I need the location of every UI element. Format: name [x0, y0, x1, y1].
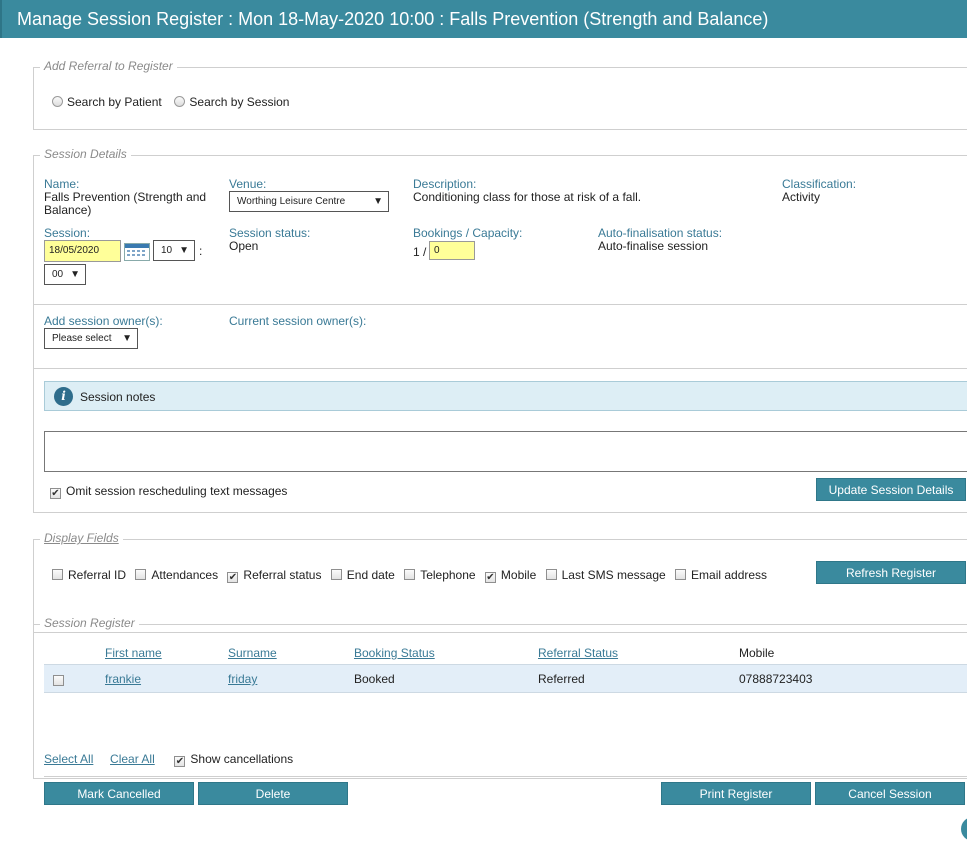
field-last-sms-label[interactable]: Last SMS message: [562, 568, 666, 582]
current-owner-label: Current session owner(s):: [229, 314, 367, 328]
bookings-value: 1 /: [413, 245, 427, 259]
search-by-patient-label[interactable]: Search by Patient: [67, 95, 162, 109]
search-by-patient-radio[interactable]: [52, 96, 63, 107]
info-icon: i: [54, 387, 73, 406]
session-details-fieldset: Session Details Name: Falls Prevention (…: [33, 147, 967, 513]
display-fields-list: Referral ID Attendances ✔ Referral status…: [52, 568, 773, 583]
chevron-down-icon: ▼: [179, 245, 189, 256]
select-all-link[interactable]: Select All: [44, 752, 93, 766]
classification-value: Activity: [782, 190, 821, 204]
session-notes-title: Session notes: [80, 390, 156, 404]
field-mobile-checkbox[interactable]: ✔: [484, 572, 496, 583]
divider: [44, 776, 967, 777]
session-label: Session:: [44, 226, 91, 240]
field-attendances-label[interactable]: Attendances: [151, 568, 218, 582]
row-referral-status: Referred: [538, 672, 585, 686]
session-hour-value: 10: [161, 245, 173, 256]
chat-bubble-icon[interactable]: [961, 817, 967, 841]
session-hour-select[interactable]: 10 ▼: [153, 240, 195, 261]
field-last-sms-checkbox[interactable]: [545, 569, 557, 580]
field-attendances-checkbox[interactable]: [135, 569, 147, 580]
field-telephone-label[interactable]: Telephone: [420, 568, 475, 582]
divider: [34, 368, 967, 369]
session-date-input[interactable]: 18/05/2020: [44, 240, 121, 262]
field-referral-status-checkbox[interactable]: ✔: [227, 572, 239, 583]
refresh-register-button[interactable]: Refresh Register: [816, 561, 966, 584]
autofinal-label: Auto-finalisation status:: [598, 226, 723, 240]
column-first-name[interactable]: First name: [105, 646, 162, 660]
session-minute-select[interactable]: 00 ▼: [44, 264, 86, 285]
show-cancellations-checkbox[interactable]: ✔: [174, 756, 186, 767]
main-content: Add Referral to Register Search by Patie…: [0, 38, 967, 841]
session-register-fieldset: Session Register First name Surname Book…: [33, 616, 967, 779]
field-referral-status-label[interactable]: Referral status: [243, 568, 321, 582]
chevron-down-icon: ▼: [70, 269, 80, 280]
field-end-date-checkbox[interactable]: [330, 569, 342, 580]
clear-all-link[interactable]: Clear All: [110, 752, 155, 766]
session-status-label: Session status:: [229, 226, 311, 240]
display-fields-fieldset: Display Fields Referral ID Attendances ✔…: [33, 531, 967, 633]
search-by-session-radio[interactable]: [174, 96, 186, 107]
search-by-session-label[interactable]: Search by Session: [189, 95, 289, 109]
column-booking-status[interactable]: Booking Status: [354, 646, 435, 660]
description-label: Description:: [413, 177, 477, 191]
omit-sms-checkbox[interactable]: ✔: [50, 488, 61, 499]
session-details-legend: Session Details: [40, 147, 131, 161]
description-value: Conditioning class for those at risk of …: [413, 190, 642, 204]
session-minute-value: 00: [52, 269, 64, 280]
add-referral-fieldset: Add Referral to Register Search by Patie…: [33, 59, 967, 130]
classification-label: Classification:: [782, 177, 857, 191]
venue-label: Venue:: [229, 177, 267, 191]
capacity-input[interactable]: 0: [429, 241, 475, 260]
update-session-details-button[interactable]: Update Session Details: [816, 478, 966, 501]
calendar-icon[interactable]: [124, 243, 150, 261]
row-mobile: 07888723403: [739, 672, 813, 686]
session-notes-textarea[interactable]: [44, 431, 967, 472]
bookings-label: Bookings / Capacity:: [413, 226, 523, 240]
session-notes-panel: i Session notes: [44, 381, 967, 411]
add-owner-select[interactable]: Please select ▼: [44, 328, 138, 349]
venue-select[interactable]: Worthing Leisure Centre ▼: [229, 191, 389, 212]
chevron-down-icon: ▼: [122, 333, 132, 344]
cancel-session-button[interactable]: Cancel Session: [815, 782, 965, 805]
add-referral-legend: Add Referral to Register: [40, 59, 177, 73]
add-owner-value: Please select: [52, 333, 112, 344]
row-first-name[interactable]: frankie: [105, 672, 141, 686]
column-referral-status[interactable]: Referral Status: [538, 646, 618, 660]
autofinal-value: Auto-finalise session: [598, 239, 709, 253]
column-mobile: Mobile: [739, 646, 775, 660]
name-label: Name:: [44, 177, 80, 191]
page-title: Manage Session Register : Mon 18-May-202…: [0, 0, 967, 38]
show-cancellations-label[interactable]: Show cancellations: [190, 752, 293, 766]
chevron-down-icon: ▼: [373, 196, 383, 207]
divider: [34, 304, 967, 305]
delete-button[interactable]: Delete: [198, 782, 348, 805]
field-referral-id-label[interactable]: Referral ID: [68, 568, 126, 582]
field-end-date-label[interactable]: End date: [347, 568, 395, 582]
mark-cancelled-button[interactable]: Mark Cancelled: [44, 782, 194, 805]
name-value: Falls Prevention (Strength and Balance): [44, 190, 207, 217]
display-fields-legend[interactable]: Display Fields: [40, 531, 123, 545]
row-surname[interactable]: friday: [228, 672, 257, 686]
session-register-legend: Session Register: [40, 616, 139, 630]
time-separator: :: [199, 244, 203, 258]
field-email-label[interactable]: Email address: [691, 568, 767, 582]
column-surname[interactable]: Surname: [228, 646, 277, 660]
print-register-button[interactable]: Print Register: [661, 782, 811, 805]
table-row: frankie friday Booked Referred 078887234…: [44, 664, 967, 693]
omit-sms-label[interactable]: Omit session rescheduling text messages: [66, 484, 287, 498]
row-select-checkbox[interactable]: [53, 675, 64, 686]
row-booking-status: Booked: [354, 672, 395, 686]
field-referral-id-checkbox[interactable]: [52, 569, 63, 580]
session-status-value: Open: [229, 239, 259, 253]
field-telephone-checkbox[interactable]: [404, 569, 416, 580]
field-mobile-label[interactable]: Mobile: [501, 568, 536, 582]
add-owner-label: Add session owner(s):: [44, 314, 163, 328]
venue-select-value: Worthing Leisure Centre: [237, 196, 346, 207]
field-email-checkbox[interactable]: [675, 569, 687, 580]
